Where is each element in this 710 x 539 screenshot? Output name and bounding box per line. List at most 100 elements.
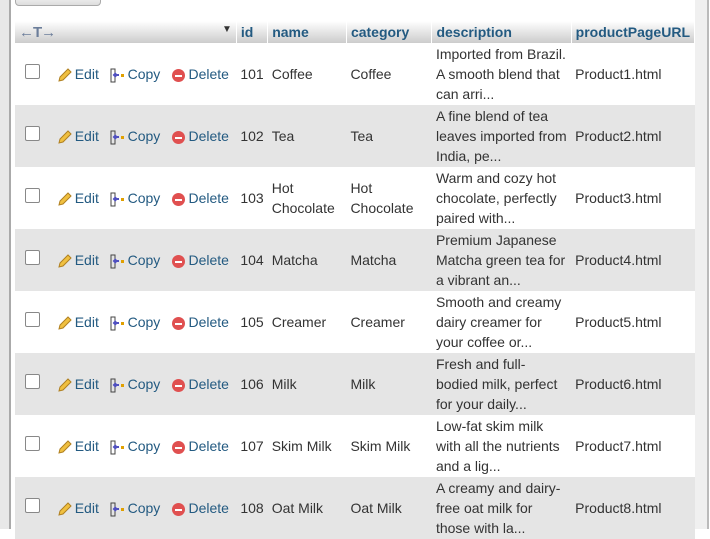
edit-button[interactable]: Edit <box>57 252 99 268</box>
cell-category: Coffee <box>346 43 432 105</box>
col-header-name[interactable]: name <box>267 21 347 43</box>
cell-name: Skim Milk <box>267 415 347 477</box>
col-header-category[interactable]: category <box>346 21 433 43</box>
row-checkbox[interactable] <box>25 436 40 451</box>
edit-button[interactable]: Edit <box>57 314 99 330</box>
copy-button[interactable]: Copy <box>110 376 160 393</box>
delete-button[interactable]: Delete <box>172 376 229 392</box>
col-header-description[interactable]: description <box>431 21 572 43</box>
sort-dropdown-icon[interactable]: ▼ <box>222 24 232 35</box>
cell-productpageurl: Product7.html <box>571 415 695 477</box>
copy-button[interactable]: Copy <box>110 190 160 207</box>
delete-icon <box>172 68 186 82</box>
row-checkbox[interactable] <box>25 498 40 513</box>
table-row: Edit Copy Delete 108 Oat Milk Oat Milk A… <box>15 477 695 539</box>
edit-button[interactable]: Edit <box>57 376 99 392</box>
copy-button[interactable]: Copy <box>110 128 160 145</box>
copy-icon <box>110 68 124 83</box>
column-toggle-header[interactable]: ←T→ ▼ <box>15 21 237 43</box>
col-header-id[interactable]: id <box>236 21 269 43</box>
delete-button[interactable]: Delete <box>172 314 229 330</box>
copy-button[interactable]: Copy <box>110 66 160 83</box>
copy-icon <box>110 254 124 269</box>
cell-description: Low-fat skim milk with all the nutrients… <box>431 415 572 477</box>
copy-button[interactable]: Copy <box>110 500 160 517</box>
cell-description: A fine blend of tea leaves imported from… <box>431 105 572 167</box>
copy-icon <box>110 192 124 207</box>
delete-icon <box>172 254 186 268</box>
delete-button[interactable]: Delete <box>172 500 229 516</box>
pencil-icon <box>58 378 72 392</box>
copy-button[interactable]: Copy <box>110 438 160 455</box>
delete-button[interactable]: Delete <box>172 252 229 268</box>
copy-icon <box>110 130 124 145</box>
cell-id: 103 <box>236 167 268 229</box>
row-checkbox[interactable] <box>25 374 40 389</box>
cell-name: Creamer <box>267 291 347 353</box>
cell-description: Imported from Brazil. A smooth blend tha… <box>431 43 572 105</box>
table-row: Edit Copy Delete 106 Milk Milk Fresh and… <box>15 353 695 415</box>
top-button[interactable] <box>15 0 101 6</box>
cell-id: 107 <box>236 415 268 477</box>
row-checkbox[interactable] <box>25 312 40 327</box>
edit-button[interactable]: Edit <box>57 500 99 516</box>
cell-category: Creamer <box>346 291 432 353</box>
delete-button[interactable]: Delete <box>172 190 229 206</box>
cell-description: Fresh and full-bodied milk, perfect for … <box>431 353 572 415</box>
cell-productpageurl: Product3.html <box>571 167 695 229</box>
pencil-icon <box>58 254 72 268</box>
cell-id: 102 <box>236 105 268 167</box>
cell-description: A creamy and dairy-free oat milk for tho… <box>431 477 572 539</box>
delete-icon <box>172 502 186 516</box>
table-row: Edit Copy Delete 103 Hot Chocolate Hot C… <box>15 167 695 229</box>
cell-id: 104 <box>236 229 268 291</box>
pencil-icon <box>58 440 72 454</box>
copy-icon <box>110 316 124 331</box>
cell-productpageurl: Product8.html <box>571 477 695 539</box>
table-row: Edit Copy Delete 104 Matcha Matcha Premi… <box>15 229 695 291</box>
delete-button[interactable]: Delete <box>172 66 229 82</box>
delete-icon <box>172 316 186 330</box>
row-checkbox[interactable] <box>25 188 40 203</box>
delete-button[interactable]: Delete <box>172 128 229 144</box>
arrows-icon: ←T→ <box>19 23 56 41</box>
copy-button[interactable]: Copy <box>110 314 160 331</box>
cell-name: Oat Milk <box>267 477 347 539</box>
delete-button[interactable]: Delete <box>172 438 229 454</box>
pencil-icon <box>58 68 72 82</box>
pencil-icon <box>58 316 72 330</box>
delete-icon <box>172 192 186 206</box>
cell-category: Oat Milk <box>346 477 432 539</box>
cell-description: Smooth and creamy dairy creamer for your… <box>431 291 572 353</box>
cell-id: 108 <box>236 477 268 539</box>
edit-button[interactable]: Edit <box>57 66 99 82</box>
cell-productpageurl: Product5.html <box>571 291 695 353</box>
left-panel-border <box>0 0 11 529</box>
cell-name: Coffee <box>267 43 347 105</box>
col-header-productpageurl[interactable]: productPageURL <box>571 21 696 43</box>
cell-id: 105 <box>236 291 268 353</box>
copy-button[interactable]: Copy <box>110 252 160 269</box>
edit-button[interactable]: Edit <box>57 438 99 454</box>
edit-button[interactable]: Edit <box>57 190 99 206</box>
copy-icon <box>110 502 124 517</box>
results-table: ←T→ ▼ id name category description produc… <box>15 21 696 539</box>
row-checkbox[interactable] <box>25 126 40 141</box>
cell-id: 106 <box>236 353 268 415</box>
table-row: Edit Copy Delete 101 Coffee Coffee Impor… <box>15 43 695 105</box>
cell-name: Matcha <box>267 229 347 291</box>
delete-icon <box>172 440 186 454</box>
copy-icon <box>110 378 124 393</box>
table-row: Edit Copy Delete 105 Creamer Creamer Smo… <box>15 291 695 353</box>
cell-category: Skim Milk <box>346 415 432 477</box>
cell-productpageurl: Product4.html <box>571 229 695 291</box>
delete-icon <box>172 378 186 392</box>
row-checkbox[interactable] <box>25 64 40 79</box>
row-checkbox[interactable] <box>25 250 40 265</box>
cell-category: Matcha <box>346 229 432 291</box>
cell-productpageurl: Product2.html <box>571 105 695 167</box>
cell-id: 101 <box>236 43 268 105</box>
cell-productpageurl: Product1.html <box>571 43 695 105</box>
scrollbar[interactable] <box>695 0 709 529</box>
edit-button[interactable]: Edit <box>57 128 99 144</box>
